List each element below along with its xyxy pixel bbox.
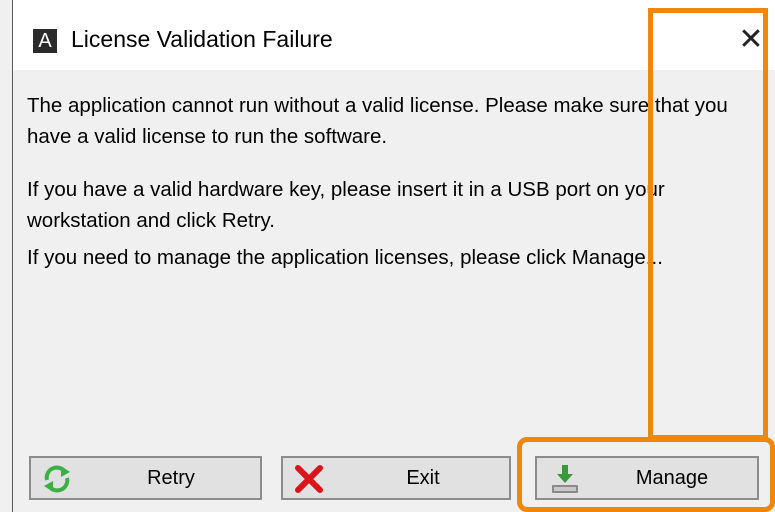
download-drive-icon	[552, 465, 578, 493]
manage-button[interactable]: Manage	[535, 456, 759, 500]
retry-button[interactable]: Retry	[29, 456, 262, 500]
message-license-required: The application cannot run without a val…	[27, 94, 728, 148]
exit-label: Exit	[406, 467, 440, 489]
close-x-icon	[295, 465, 323, 493]
title-bar: A License Validation Failure ✕	[13, 0, 775, 70]
manage-label: Manage	[635, 467, 709, 489]
refresh-icon	[44, 465, 70, 493]
license-dialog: A License Validation Failure ✕ The appli…	[12, 0, 775, 512]
app-logo-icon: A	[33, 29, 57, 53]
message-hardware-key: If you have a valid hardware key, please…	[27, 178, 665, 232]
exit-button[interactable]: Exit	[281, 456, 511, 500]
dialog-title: License Validation Failure	[71, 26, 333, 52]
retry-label: Retry	[147, 467, 195, 489]
close-icon[interactable]: ✕	[731, 20, 771, 60]
message-manage: If you need to manage the application li…	[27, 246, 663, 269]
